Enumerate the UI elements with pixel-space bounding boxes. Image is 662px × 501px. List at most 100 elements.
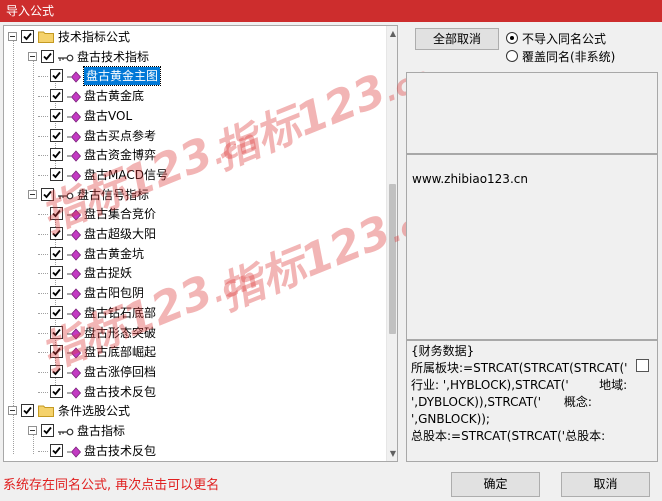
- tree-group[interactable]: 盘古技术指标: [4, 48, 384, 66]
- collapse-icon[interactable]: [8, 32, 17, 41]
- tree-checkbox[interactable]: [50, 69, 63, 83]
- collapse-icon[interactable]: [28, 426, 37, 435]
- formula-checkbox[interactable]: [636, 359, 649, 372]
- tree-item[interactable]: 盘古钻石底部: [4, 304, 384, 322]
- tree-item-label: 盘古MACD信号: [84, 167, 168, 182]
- tree-checkbox[interactable]: [50, 384, 63, 398]
- tree-item[interactable]: 盘古MACD信号: [4, 166, 384, 184]
- tree-checkbox[interactable]: [50, 443, 63, 457]
- formula-icon: [67, 208, 83, 221]
- tree-item[interactable]: 盘古阳包阴: [4, 284, 384, 302]
- tree-scroll-thumb[interactable]: [389, 184, 396, 334]
- tree-item-label: 盘古买点参考: [84, 128, 157, 143]
- overwrite-label: 覆盖同名(非系统): [522, 50, 616, 64]
- tree-checkbox[interactable]: [50, 246, 63, 260]
- tree-checkbox[interactable]: [41, 49, 54, 63]
- tree-checkbox[interactable]: [50, 167, 63, 181]
- tree-group[interactable]: 盘古指标: [4, 422, 384, 440]
- cancel-button[interactable]: 取消: [561, 472, 650, 497]
- tree-group[interactable]: 技术指标公式: [4, 28, 384, 46]
- tree-item-label: 盘古捉妖: [84, 266, 133, 281]
- tree-item[interactable]: 盘古超级大阳: [4, 225, 384, 243]
- formula-icon: [67, 327, 83, 340]
- tree-checkbox[interactable]: [50, 128, 63, 142]
- formula-icon: [67, 366, 83, 379]
- tree-item[interactable]: 盘古技术反包: [4, 383, 384, 401]
- formula-icon: [67, 228, 83, 241]
- tree-checkbox[interactable]: [50, 266, 63, 280]
- tree-item-label: 盘古涨停回档: [84, 364, 157, 379]
- tree-item-label: 盘古技术反包: [84, 443, 157, 458]
- tree-item[interactable]: 盘古黄金坑: [4, 245, 384, 263]
- tree-item[interactable]: 盘古涨停回档: [4, 363, 384, 381]
- formula-icon: [67, 307, 83, 320]
- formula-icon: [67, 248, 83, 261]
- tree-group[interactable]: 盘古信号指标: [4, 186, 384, 204]
- tree-item[interactable]: 盘古资金博弈: [4, 146, 384, 164]
- tree-item[interactable]: 盘古形态突破: [4, 324, 384, 342]
- tree-item-label: 盘古黄金主图: [82, 66, 162, 87]
- status-message: 系统存在同名公式, 再次点击可以更名: [3, 478, 220, 493]
- formula-tree[interactable]: 技术指标公式盘古技术指标盘古黄金主图盘古黄金底盘古VOL 盘古买点参考 盘古资金博弈…: [3, 25, 398, 462]
- tree-item-label: 盘古技术指标: [77, 49, 150, 64]
- tree-item[interactable]: 盘古集合竞价: [4, 205, 384, 223]
- formula-preview[interactable]: {财务数据} 所属板块:=STRCAT(STRCAT(STRCAT(' 行业: ',…: [406, 340, 658, 462]
- tree-item-label: 盘古黄金底: [84, 89, 145, 104]
- key-icon: [58, 425, 74, 437]
- tree-checkbox[interactable]: [50, 227, 63, 240]
- formula-icon: [67, 130, 83, 143]
- formula-icon: [67, 70, 83, 83]
- tree-checkbox[interactable]: [50, 345, 63, 359]
- tree-group[interactable]: 条件选股公式: [4, 402, 384, 420]
- tree-checkbox[interactable]: [50, 325, 63, 339]
- tree-item[interactable]: 盘古VOL: [4, 107, 384, 125]
- ok-button[interactable]: 确定: [451, 472, 540, 497]
- collapse-icon[interactable]: [8, 406, 17, 416]
- collapse-icon[interactable]: [28, 51, 37, 61]
- tree-checkbox[interactable]: [50, 207, 63, 221]
- tree-item-label: 盘古集合竞价: [84, 207, 157, 222]
- tree-checkbox[interactable]: [21, 404, 34, 418]
- formula-icon: [67, 346, 83, 359]
- no-import-label: 不导入同名公式: [522, 32, 607, 46]
- tree-item[interactable]: 盘古底部崛起: [4, 343, 384, 361]
- tree-checkbox[interactable]: [50, 305, 63, 319]
- tree-checkbox[interactable]: [41, 187, 54, 201]
- tree-checkbox[interactable]: [50, 148, 63, 162]
- formula-icon: [67, 267, 83, 280]
- formula-line: ',GNBLOCK));: [411, 412, 490, 426]
- tree-item-label: 盘古信号指标: [77, 187, 150, 202]
- folder-icon: [38, 404, 54, 418]
- key-icon: [58, 189, 74, 201]
- tree-checkbox[interactable]: [50, 108, 63, 122]
- formula-line: 所属板块:=STRCAT(STRCAT(STRCAT(': [411, 361, 628, 375]
- tree-checkbox[interactable]: [50, 364, 63, 378]
- tree-item-label: 盘古资金博弈: [84, 148, 157, 163]
- scroll-down-icon[interactable]: ▼: [389, 450, 397, 458]
- overwrite-radio[interactable]: [506, 50, 518, 62]
- formula-icon: [67, 90, 83, 103]
- collapse-icon[interactable]: [28, 189, 37, 199]
- no-import-radio[interactable]: [506, 32, 518, 44]
- tree-item-label: 盘古技术反包: [84, 384, 157, 399]
- cancel-all-button[interactable]: 全部取消: [415, 28, 499, 50]
- tree-checkbox[interactable]: [21, 30, 34, 43]
- tree-item[interactable]: 盘古买点参考: [4, 127, 384, 145]
- description-box: [406, 72, 658, 154]
- tree-item[interactable]: 盘古捉妖: [4, 264, 384, 282]
- scroll-up-icon[interactable]: ▲: [389, 30, 397, 38]
- key-icon: [58, 51, 74, 63]
- tree-item[interactable]: 盘古黄金底: [4, 87, 384, 105]
- tree-item[interactable]: 盘古技术反包: [4, 442, 384, 460]
- formula-icon: [67, 169, 83, 182]
- tree-checkbox[interactable]: [50, 89, 63, 103]
- tree-checkbox[interactable]: [41, 424, 54, 437]
- tree-item-label: 盘古指标: [77, 424, 126, 438]
- tree-item-label: 盘古钻石底部: [84, 305, 157, 320]
- tree-item-label: 盘古超级大阳: [84, 227, 157, 241]
- formula-icon: [67, 386, 83, 399]
- tree-item[interactable]: 盘古黄金主图: [4, 66, 384, 87]
- tree-item-label: 盘古形态突破: [84, 325, 157, 340]
- tree-checkbox[interactable]: [50, 286, 63, 300]
- formula-icon: [67, 110, 83, 123]
